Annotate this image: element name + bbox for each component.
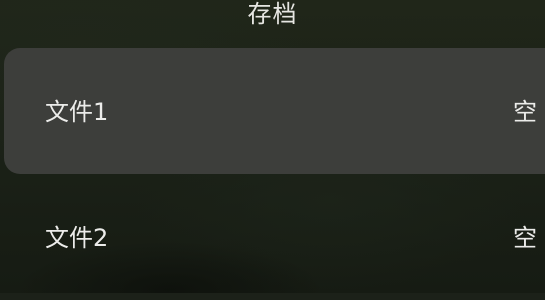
save-slot-name: 文件1 [45,98,109,126]
save-slot-status: 空 [513,98,537,126]
page-title: 存档 [247,0,298,28]
save-slot-name: 文件2 [45,224,109,252]
save-slot-1[interactable]: 文件1 空 [4,48,545,174]
save-slot-2[interactable]: 文件2 空 [4,174,545,300]
save-slot-status: 空 [513,224,537,252]
